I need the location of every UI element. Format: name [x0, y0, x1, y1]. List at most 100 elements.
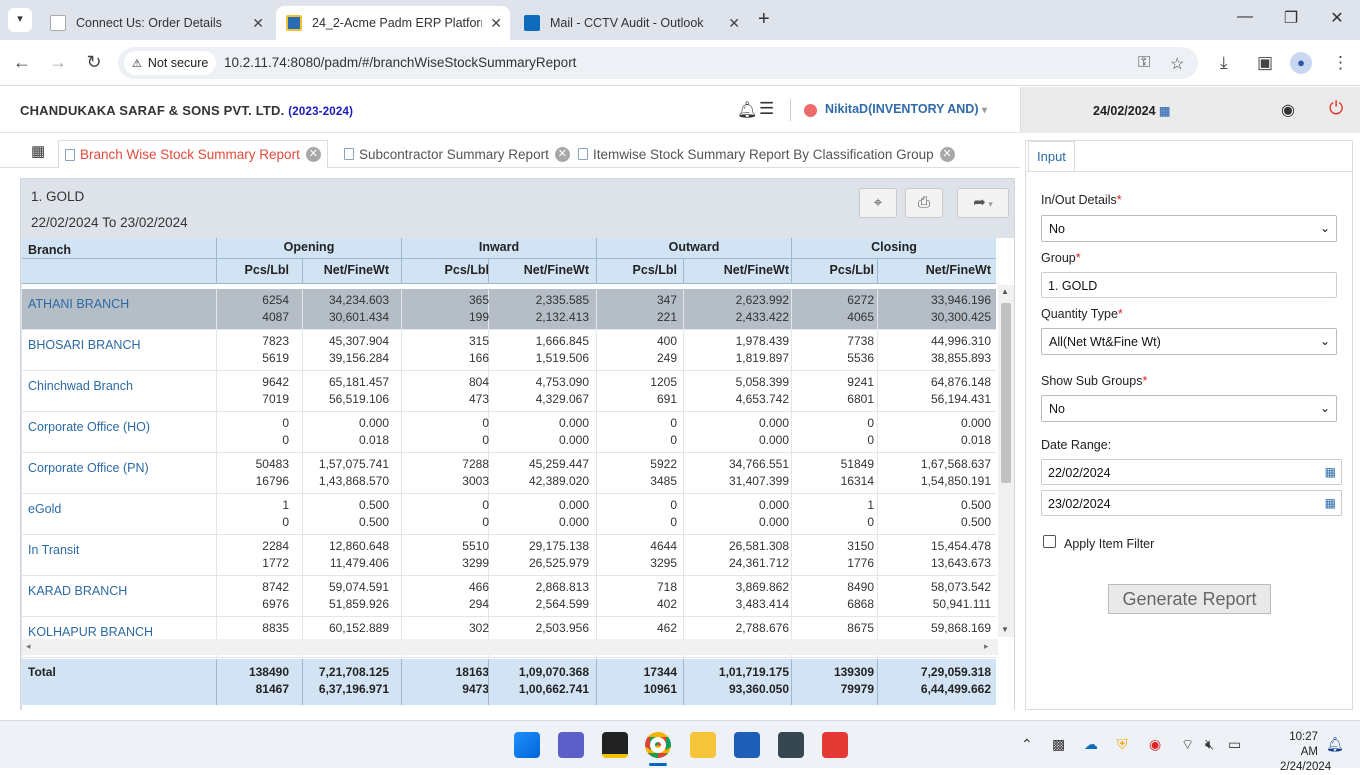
- file-explorer-icon[interactable]: [690, 732, 716, 758]
- wps-icon[interactable]: [822, 732, 848, 758]
- table-row[interactable]: Corporate Office (HO) 0 0.000 0 0.000 0 0.000 0…: [22, 412, 996, 453]
- qty-type-select[interactable]: All(Net Wt&Fine Wt) ⌄: [1041, 328, 1337, 355]
- group-input[interactable]: 1. GOLD: [1041, 272, 1337, 298]
- branch-link[interactable]: eGold: [28, 502, 61, 516]
- sticky-notes-icon[interactable]: [602, 732, 628, 758]
- col-sub-header[interactable]: Net/FineWt: [877, 259, 996, 284]
- restore-icon[interactable]: ❐: [1276, 8, 1306, 28]
- browser-tab-order-details[interactable]: Connect Us: Order Details ✕: [40, 6, 272, 40]
- scroll-down-icon[interactable]: ▼: [1001, 625, 1009, 634]
- profile-avatar-icon[interactable]: ●: [1290, 52, 1312, 74]
- table-row[interactable]: BHOSARI BRANCH 7823 45,307.904 315 1,666.845…: [22, 330, 996, 371]
- windows-start-icon[interactable]: [514, 732, 540, 758]
- battery-icon[interactable]: ▭: [1228, 736, 1241, 753]
- close-tab-icon[interactable]: ✕: [490, 15, 502, 32]
- key-icon[interactable]: ⚿: [1138, 54, 1150, 72]
- new-tab-icon[interactable]: +: [758, 8, 770, 31]
- calendar-icon[interactable]: ▦: [1325, 496, 1336, 510]
- tab-input[interactable]: Input: [1028, 141, 1075, 172]
- camera-app-icon[interactable]: [778, 732, 804, 758]
- tab-subcontractor-summary[interactable]: Subcontractor Summary Report ✕: [338, 140, 576, 168]
- wifi-icon[interactable]: ⌔: [1181, 736, 1194, 754]
- word-icon[interactable]: [734, 732, 760, 758]
- table-row[interactable]: eGold 1 0.500 0 0.000 0 0.000 1 0.500 0 0.500 0 0.00…: [22, 494, 996, 535]
- close-tab-icon[interactable]: ✕: [728, 15, 740, 32]
- branch-link[interactable]: Corporate Office (HO): [28, 420, 150, 434]
- security-chip[interactable]: ⚠ Not secure: [124, 51, 217, 75]
- record-icon[interactable]: ◉: [1149, 736, 1161, 753]
- notification-bell-icon[interactable]: 🔔︎: [1326, 736, 1344, 753]
- branch-link[interactable]: BHOSARI BRANCH: [28, 338, 141, 352]
- col-sub-header[interactable]: Net/FineWt: [683, 259, 794, 284]
- table-row[interactable]: In Transit 2284 12,860.648 5510 29,175.138 46…: [22, 535, 996, 576]
- power-icon[interactable]: ⏻: [1329, 98, 1343, 119]
- security-shield-icon[interactable]: ⛨: [1117, 736, 1128, 753]
- col-sub-header[interactable]: Pcs/Lbl: [596, 259, 682, 284]
- table-row[interactable]: Chinchwad Branch 9642 65,181.457 804 4,753.0…: [22, 371, 996, 412]
- apps-grid-icon[interactable]: ▦: [31, 142, 45, 160]
- location-button[interactable]: ⌖: [859, 188, 897, 218]
- scroll-left-icon[interactable]: ◂: [26, 641, 31, 652]
- scroll-thumb[interactable]: [1001, 303, 1011, 483]
- branch-link[interactable]: ATHANI BRANCH: [28, 297, 129, 311]
- calendar-icon[interactable]: ▦: [1325, 465, 1336, 479]
- branch-link[interactable]: KOLHAPUR BRANCH: [28, 625, 153, 639]
- onedrive-icon[interactable]: ☁: [1084, 736, 1098, 753]
- table-row[interactable]: ATHANI BRANCH 6254 34,234.603 365 2,335.585 3…: [22, 289, 996, 330]
- side-panel-icon[interactable]: ▣: [1257, 53, 1273, 73]
- download-icon[interactable]: ⤓: [1220, 53, 1228, 73]
- scroll-up-icon[interactable]: ▲: [1001, 287, 1009, 296]
- header-date[interactable]: 24/02/2024 ▦: [1093, 104, 1170, 118]
- branch-link[interactable]: Chinchwad Branch: [28, 379, 133, 393]
- tray-app-icon[interactable]: ▩: [1052, 736, 1065, 753]
- apply-item-filter-checkbox[interactable]: [1043, 535, 1056, 548]
- system-clock[interactable]: 10:27 AM 2/24/2024: [1280, 730, 1331, 775]
- generate-report-button[interactable]: Generate Report: [1108, 584, 1271, 614]
- forward-icon[interactable]: →: [46, 52, 70, 73]
- tab-branch-wise-stock[interactable]: Branch Wise Stock Summary Report ✕: [58, 140, 328, 169]
- table-row[interactable]: KARAD BRANCH 8742 59,074.591 466 2,868.813 71…: [22, 576, 996, 617]
- bookmark-star-icon[interactable]: ☆: [1170, 54, 1184, 74]
- col-sub-header[interactable]: Pcs/Lbl: [216, 259, 294, 284]
- user-menu[interactable]: NikitaD(INVENTORY AND) ▾: [825, 102, 987, 116]
- reload-icon[interactable]: ↻: [82, 52, 106, 73]
- close-tab-icon[interactable]: ✕: [252, 15, 264, 32]
- branch-link[interactable]: In Transit: [28, 543, 79, 557]
- eye-off-icon[interactable]: ◉: [1281, 100, 1295, 120]
- table-row[interactable]: Corporate Office (PN) 50483 1,57,075.741 72…: [22, 453, 996, 494]
- close-tab-icon[interactable]: ✕: [305, 147, 321, 162]
- col-sub-header[interactable]: Pcs/Lbl: [791, 259, 879, 284]
- speaker-muted-icon[interactable]: 🔇︎: [1205, 736, 1214, 753]
- scroll-right-icon[interactable]: ▸: [984, 641, 989, 652]
- date-from-input[interactable]: 22/02/2024 ▦: [1041, 459, 1342, 485]
- vertical-scrollbar[interactable]: ▲ ▼: [998, 285, 1014, 637]
- back-icon[interactable]: ←: [10, 52, 34, 73]
- teams-icon[interactable]: [558, 732, 584, 758]
- close-tab-icon[interactable]: ✕: [554, 146, 570, 162]
- branch-link[interactable]: KARAD BRANCH: [28, 584, 127, 598]
- chrome-icon[interactable]: [645, 732, 671, 758]
- browser-menu-icon[interactable]: ⋮: [1332, 53, 1349, 73]
- url-text[interactable]: 10.2.11.74:8080/padm/#/branchWiseStockSu…: [224, 55, 576, 70]
- omnibox[interactable]: ⚠ Not secure 10.2.11.74:8080/padm/#/bran…: [118, 47, 1198, 79]
- col-sub-header[interactable]: Pcs/Lbl: [401, 259, 494, 284]
- tab-itemwise-stock-summary[interactable]: Itemwise Stock Summary Report By Classif…: [572, 140, 961, 168]
- col-sub-header[interactable]: Net/FineWt: [488, 259, 594, 284]
- close-tab-icon[interactable]: ✕: [939, 146, 955, 162]
- branch-link[interactable]: Corporate Office (PN): [28, 461, 149, 475]
- inout-select[interactable]: No ⌄: [1041, 215, 1337, 242]
- chevron-up-icon[interactable]: ⌃: [1021, 736, 1033, 753]
- browser-tab-erp[interactable]: 24_2-Acme Padm ERP Platform ✕: [276, 6, 510, 40]
- horizontal-scrollbar[interactable]: ◂ ▸: [22, 639, 998, 655]
- list-icon[interactable]: ☰: [759, 99, 774, 119]
- print-button[interactable]: ⎙: [905, 188, 943, 218]
- minimize-icon[interactable]: —: [1230, 8, 1260, 26]
- bell-icon[interactable]: 🔔︎: [737, 100, 757, 120]
- close-window-icon[interactable]: ✕: [1322, 8, 1352, 28]
- date-to-input[interactable]: 23/02/2024 ▦: [1041, 490, 1342, 516]
- col-header-branch[interactable]: Branch: [28, 243, 71, 257]
- sub-groups-select[interactable]: No ⌄: [1041, 395, 1337, 422]
- col-sub-header[interactable]: Net/FineWt: [302, 259, 394, 284]
- tab-search-icon[interactable]: ▾: [8, 8, 32, 32]
- share-button[interactable]: ➦ ▾: [957, 188, 1009, 218]
